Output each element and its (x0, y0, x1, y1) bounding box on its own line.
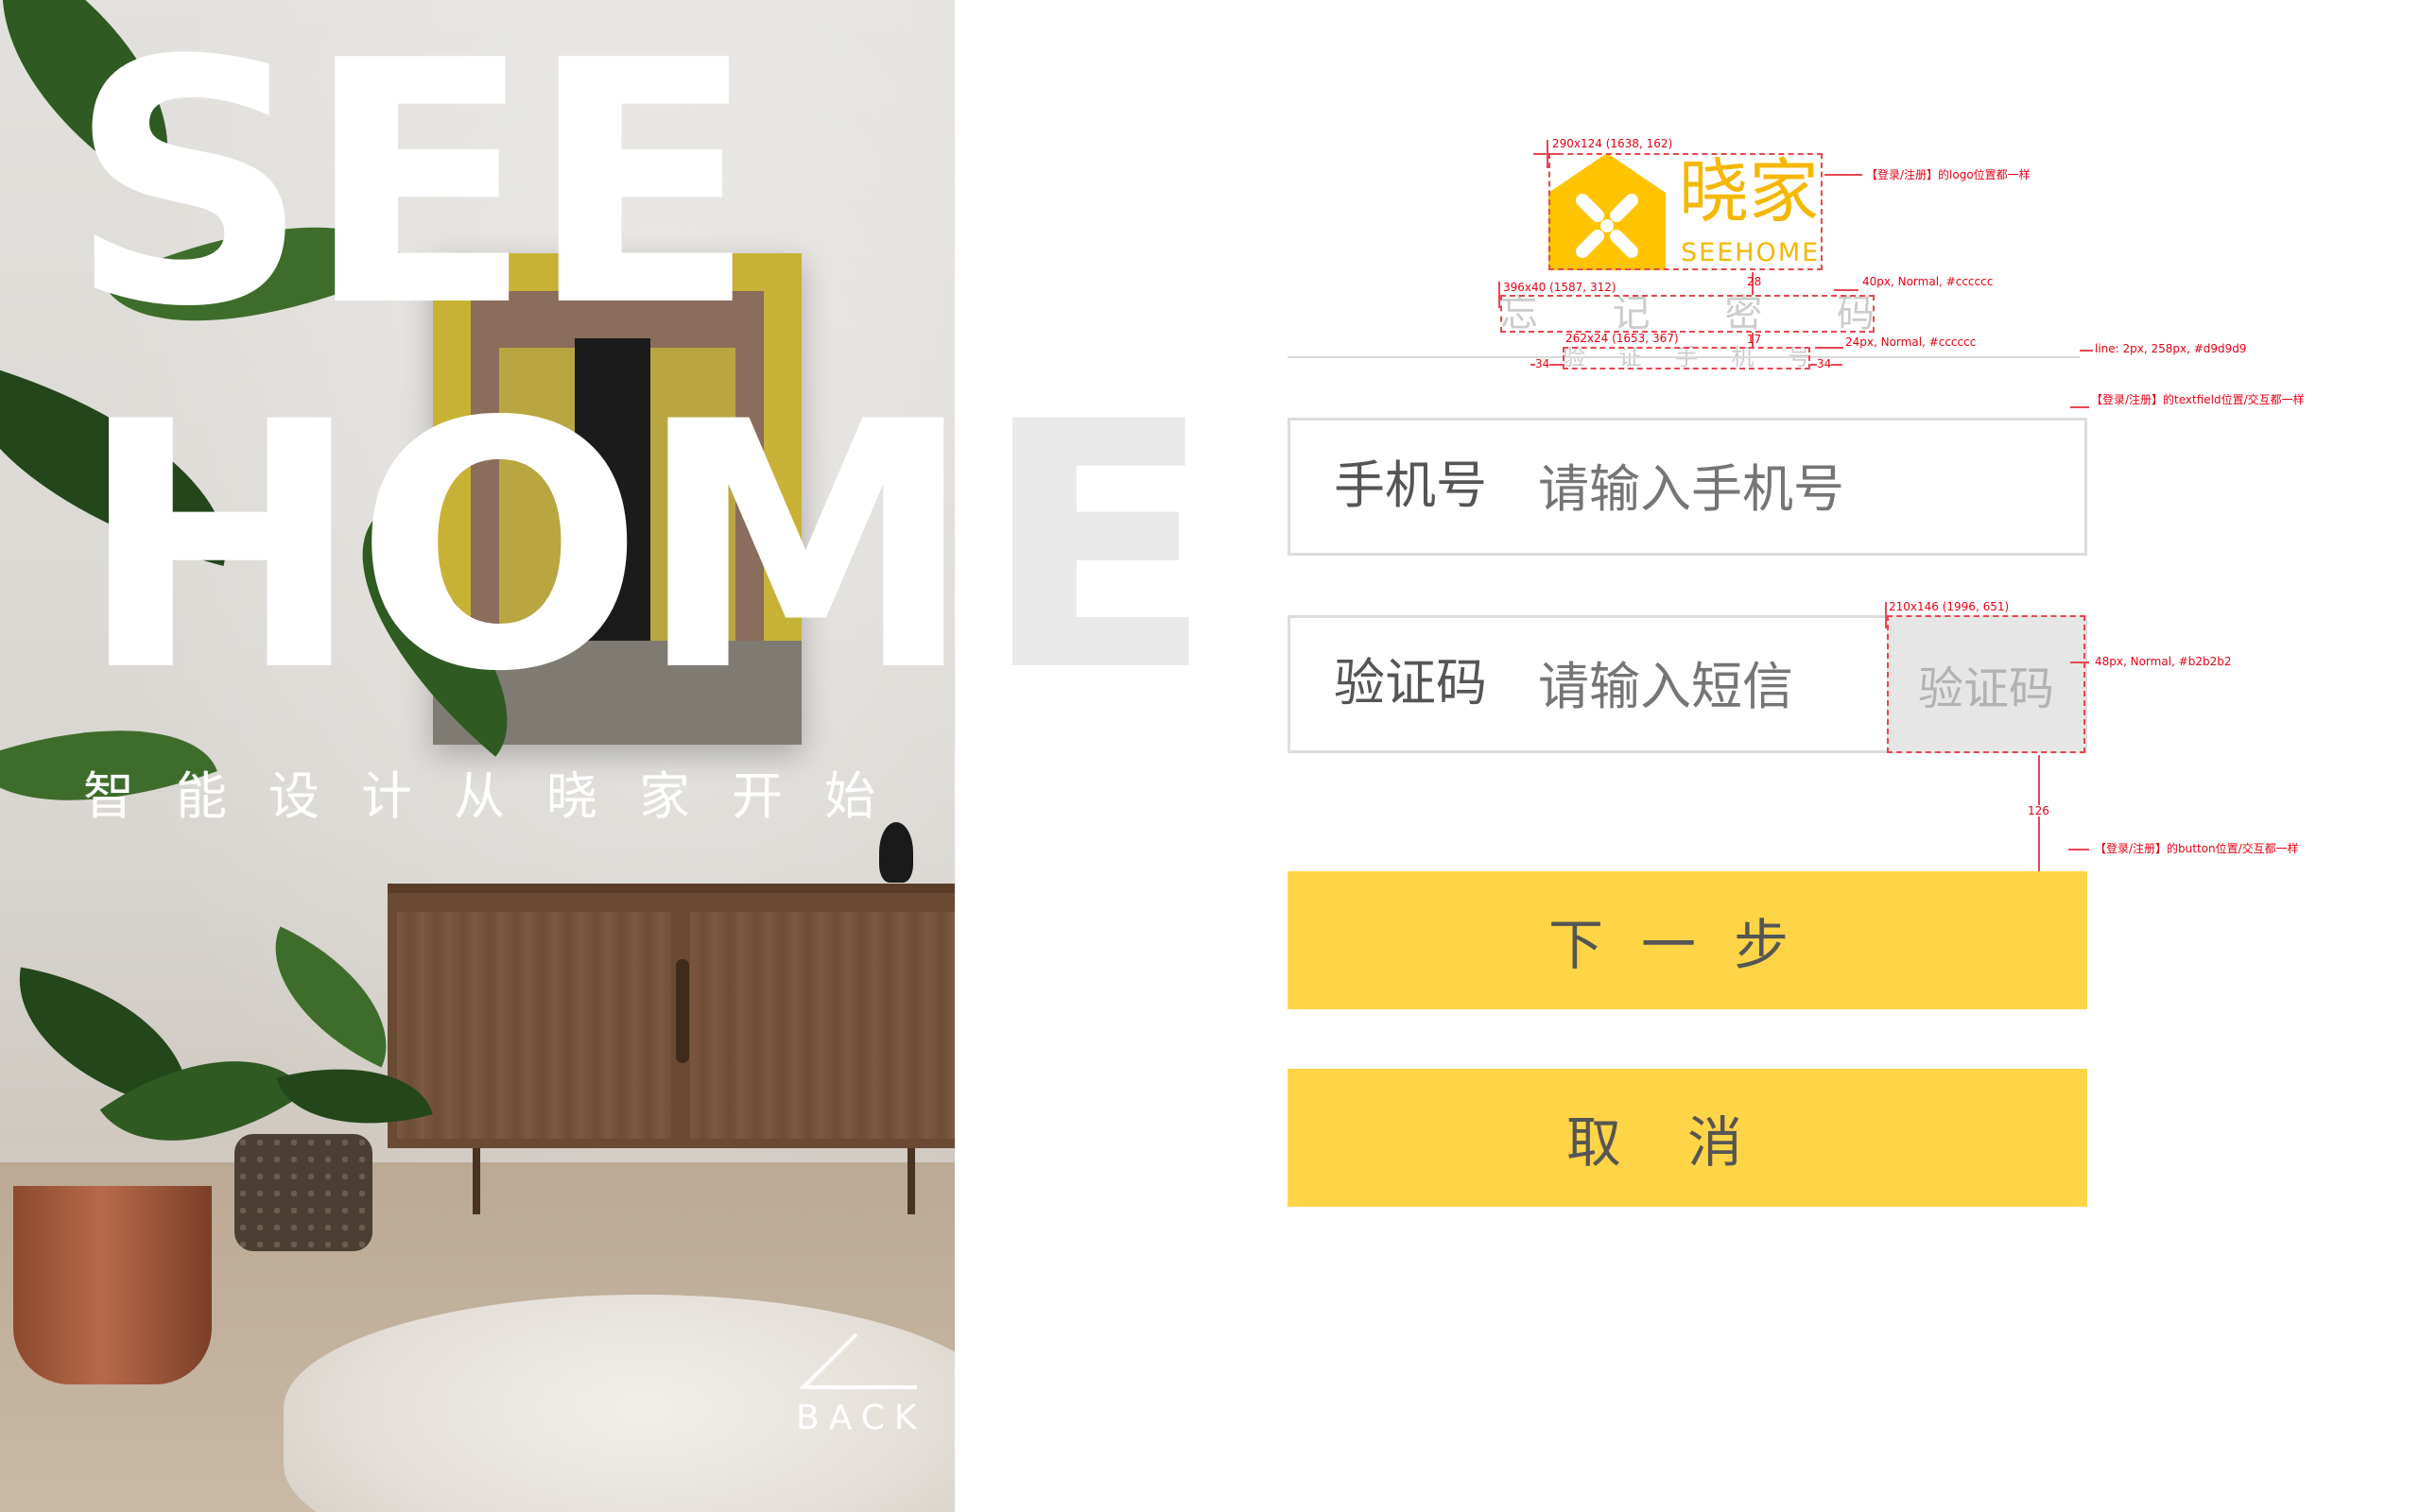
line-note: line: 2px, 258px, #d9d9d9 (2095, 342, 2247, 355)
textfield-note: 【登录/注册】的textfield位置/交互都一样 (2091, 393, 2305, 406)
title-font-note: 40px, Normal, #cccccc (1862, 275, 1994, 288)
phone-field[interactable]: 手机号 (1288, 418, 2087, 556)
back-arrow-icon (800, 1332, 917, 1389)
terracotta-pot (13, 1186, 212, 1384)
code-label: 验证码 (1334, 655, 1487, 712)
left-gap-label: 34 (1535, 357, 1550, 370)
title-spec-box (1500, 295, 1875, 333)
gap-title-subtitle: 17 (1747, 333, 1762, 346)
hero-title-see: SEE (68, 0, 757, 380)
sms-code-input[interactable] (1538, 658, 1878, 716)
gap-to-button: 126 (2028, 804, 2049, 817)
wooden-cabinet (388, 884, 955, 1148)
hero-title-home: HOM (78, 350, 955, 746)
title-spec-label: 396x40 (1587, 312) (1503, 281, 1616, 294)
hero-title-overflow-letter: E (981, 350, 1214, 746)
right-gap-label: 34 (1817, 357, 1832, 370)
code-button-spec-box (1887, 615, 2085, 753)
hero-photo: SEE HOM 智能设计从晓家开始 BACK (0, 0, 955, 1512)
gap-logo-title: 28 (1747, 275, 1762, 288)
phone-input[interactable] (1538, 460, 2067, 519)
phone-label: 手机号 (1334, 457, 1487, 514)
next-button[interactable]: 下一步 (1288, 871, 2087, 1009)
back-label: BACK (796, 1399, 926, 1437)
bird-figurine (879, 822, 913, 883)
button-note: 【登录/注册】的button位置/交互都一样 (2095, 842, 2299, 855)
woven-pot (234, 1134, 372, 1251)
subtitle-spec-label: 262x24 (1653, 367) (1565, 332, 1679, 345)
subtitle-font-note: 24px, Normal, #cccccc (1845, 335, 1977, 349)
logo-note: 【登录/注册】的logo位置都一样 (1866, 168, 2031, 181)
cancel-button[interactable]: 取消 (1288, 1069, 2087, 1207)
logo-spec-label: 290x124 (1638, 162) (1552, 137, 1673, 150)
code-button-font-note: 48px, Normal, #b2b2b2 (2095, 655, 2232, 668)
subtitle-spec-box (1563, 347, 1810, 369)
logo-spec-box (1548, 153, 1823, 270)
code-button-spec-label: 210x146 (1996, 651) (1889, 600, 2010, 613)
hero-slogan: 智能设计从晓家开始 (83, 768, 917, 825)
back-button[interactable]: BACK (792, 1332, 934, 1446)
